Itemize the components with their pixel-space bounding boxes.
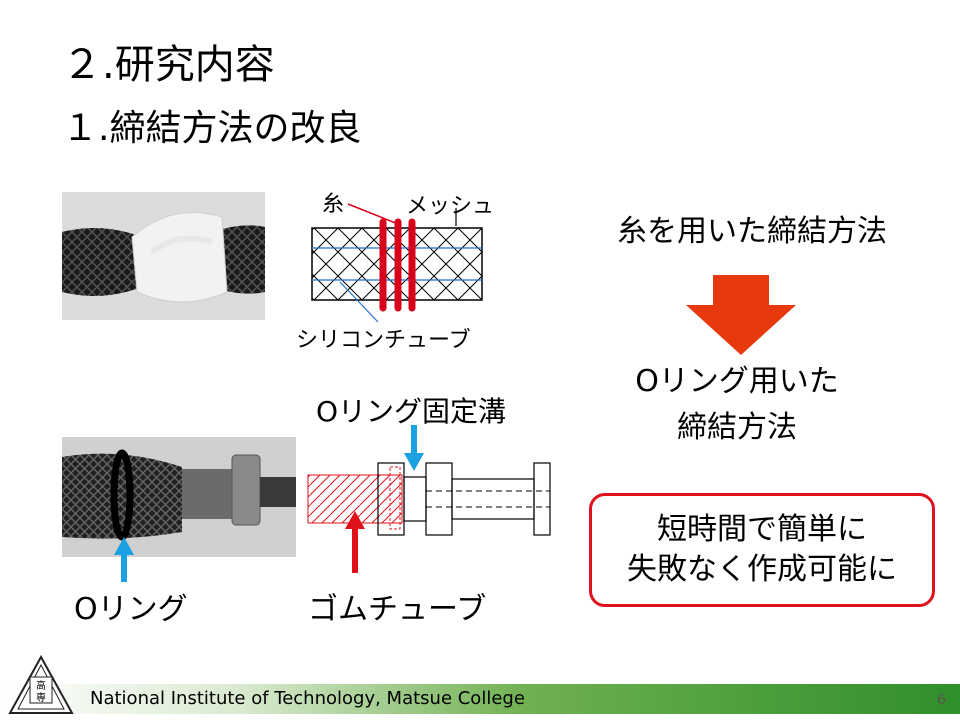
- page-subtitle: １.締結方法の改良: [62, 108, 362, 149]
- svg-text:高: 高: [36, 679, 46, 692]
- page-title: ２.研究内容: [62, 42, 275, 88]
- page-number: 6: [937, 692, 946, 708]
- benefit-line2: 失敗なく作成可能に: [627, 552, 897, 587]
- benefit-line1: 短時間で簡単に: [657, 512, 867, 547]
- arrow-groove: [404, 425, 424, 471]
- photo-oring-fastening: [62, 437, 296, 557]
- benefit-box: 短時間で簡単に 失敗なく作成可能に: [589, 493, 935, 607]
- label-rubber-tube: ゴムチューブ: [308, 592, 487, 627]
- label-silicone-tube: シリコンチューブ: [296, 328, 471, 353]
- label-oring: Oリング: [74, 592, 188, 627]
- text-oring-method-line1: Oリング用いた: [635, 364, 839, 399]
- arrow-oring: [114, 537, 134, 582]
- label-mesh: メッシュ: [406, 194, 495, 219]
- label-groove: Oリング固定溝: [316, 395, 507, 428]
- text-oring-method-line2: 締結方法: [677, 410, 797, 445]
- college-logo: 高 専: [8, 655, 74, 714]
- photo-thread-fastening: [62, 192, 265, 320]
- label-thread: 糸: [322, 192, 345, 217]
- arrow-down-icon: [686, 275, 796, 355]
- svg-text:専: 専: [36, 692, 46, 704]
- footer-institution: National Institute of Technology, Matsue…: [90, 688, 525, 709]
- diagram-oring-groove: [307, 425, 551, 573]
- text-thread-method: 糸を用いた締結方法: [617, 214, 887, 249]
